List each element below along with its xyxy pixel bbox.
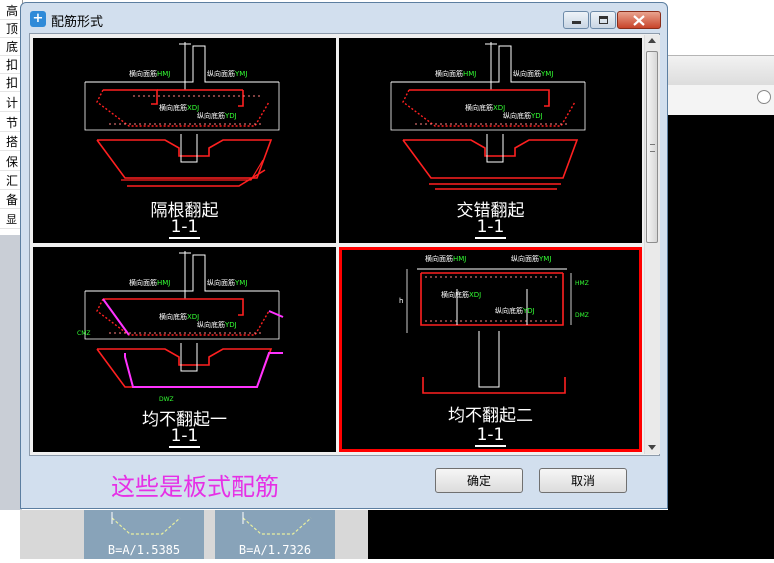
drawing-label: 纵向面筋 (511, 254, 539, 263)
bg-row: 搭 (0, 133, 20, 151)
section-label: 1-1 (339, 217, 642, 239)
bg-row: 高 (0, 2, 20, 20)
drawing-code: HMJ (157, 279, 170, 287)
background-thumbnail[interactable]: B=A/1.7326 (215, 510, 335, 559)
drawing-label: 纵向面筋 (207, 278, 235, 287)
bg-row: 备 (0, 191, 20, 209)
ok-button[interactable]: 确定 (435, 468, 523, 493)
bg-row: 扣 (0, 56, 20, 74)
drawing-label: 横向底筋 (465, 103, 493, 112)
drawing-label: 横向面筋 (435, 69, 463, 78)
background-scroll-button[interactable] (757, 90, 771, 104)
option-alternate-bend[interactable]: 横向面筋 HMJ 纵向面筋 YMJ 横向底筋 XDJ 纵向底筋 YDJ 隔根翻起… (33, 38, 336, 243)
maximize-button[interactable] (590, 11, 616, 29)
drawing-label: 纵向面筋 (207, 69, 235, 78)
drawing-code: YDJ (522, 307, 535, 315)
drawing-label: 纵向底筋 (197, 320, 225, 329)
drawing-code: DWZ (159, 396, 174, 403)
app-icon: + (30, 11, 46, 27)
option-no-bend-one[interactable]: 横向面筋 HMJ 纵向面筋 YMJ 横向底筋 XDJ 纵向底筋 YDJ CMZ … (33, 247, 336, 452)
section-label-text: 1-1 (168, 217, 201, 239)
rebar-form-dialog: + 配筋形式 横向面筋 HMJ 纵向面筋 YMJ 横向底筋 XDJ 纵向底筋 Y… (20, 2, 668, 509)
drawing-code: HMZ (575, 280, 589, 287)
section-label-text: 1-1 (474, 217, 507, 239)
bg-row: 显 (0, 211, 20, 229)
drawing-code: HMJ (157, 70, 170, 78)
drawing-label: 横向底筋 (159, 103, 187, 112)
drawing-code: XDJ (187, 313, 199, 321)
drawing-label: 横向面筋 (425, 254, 453, 263)
drawing-label: 横向底筋 (441, 290, 469, 299)
background-panel (0, 235, 22, 510)
drawing-code: YDJ (224, 321, 237, 329)
vertical-scrollbar[interactable] (644, 35, 660, 454)
option-grid: 横向面筋 HMJ 纵向面筋 YMJ 横向底筋 XDJ 纵向底筋 YDJ 隔根翻起… (29, 33, 660, 456)
drawing-code: YMJ (234, 279, 247, 287)
grip-icon (650, 144, 655, 152)
section-label-text: 1-1 (474, 425, 507, 447)
drawing-code: CMZ (77, 330, 90, 337)
drawing-code: XDJ (493, 104, 505, 112)
minimize-button[interactable] (563, 11, 589, 29)
drawing-label: 横向面筋 (129, 69, 157, 78)
dialog-titlebar[interactable]: + 配筋形式 (21, 3, 667, 33)
drawing-code: YMJ (234, 70, 247, 78)
thumbnail-label: B=A/1.7326 (238, 543, 312, 557)
bg-row: 底 (0, 38, 20, 56)
bg-row: 汇 (0, 172, 20, 190)
drawing-code: YDJ (530, 112, 543, 120)
drawing-code: YMJ (540, 70, 553, 78)
drawing-code: HMJ (453, 255, 466, 263)
maximize-icon (599, 16, 608, 24)
background-thumbnail[interactable]: B=A/1.5385 (84, 510, 204, 559)
drawing-label: 横向面筋 (129, 278, 157, 287)
bg-row: 顶 (0, 20, 20, 38)
option-staggered-bend[interactable]: 横向面筋 HMJ 纵向面筋 YMJ 横向底筋 XDJ 纵向底筋 YDJ 交错翻起… (339, 38, 642, 243)
drawing-code: YMJ (538, 255, 551, 263)
drawing-code: YDJ (224, 112, 237, 120)
minimize-icon (572, 21, 581, 24)
bg-row: 扣 (0, 74, 20, 92)
background-toolbar (668, 55, 774, 87)
dialog-title: 配筋形式 (51, 15, 104, 30)
close-button[interactable] (617, 11, 661, 29)
drawing-code: XDJ (469, 291, 481, 299)
drawing-label: 纵向底筋 (197, 111, 225, 120)
close-icon (633, 15, 645, 26)
section-label: 1-1 (33, 217, 336, 239)
section-label-text: 1-1 (168, 426, 201, 448)
drawing-label: 纵向底筋 (503, 111, 531, 120)
scroll-down-icon[interactable] (648, 445, 656, 450)
background-canvas (668, 115, 774, 559)
section-label: 1-1 (33, 426, 336, 448)
drawing-code: HMJ (463, 70, 476, 78)
thumbnail-label: B=A/1.5385 (107, 543, 181, 557)
drawing-label: 纵向底筋 (495, 306, 523, 315)
annotation-note: 这些是板式配筋 (111, 473, 279, 501)
bg-row: 节 (0, 114, 20, 132)
cancel-button[interactable]: 取消 (539, 468, 627, 493)
section-label: 1-1 (342, 425, 639, 447)
drawing-code: XDJ (187, 104, 199, 112)
bg-row: 保 (0, 153, 20, 171)
drawing-code: DMZ (575, 312, 589, 319)
option-no-bend-two[interactable]: h 横向面筋 HMJ 纵向面筋 YMJ 横向底筋 XDJ 纵向底筋 YDJ HM… (339, 247, 642, 452)
scroll-up-icon[interactable] (648, 38, 656, 43)
scrollbar-thumb[interactable] (646, 51, 658, 243)
dimension-label: h (399, 297, 403, 305)
drawing-label: 横向底筋 (159, 312, 187, 321)
background-canvas (368, 510, 668, 559)
bg-row: 计 (0, 94, 20, 112)
drawing-label: 纵向面筋 (513, 69, 541, 78)
option-title: 均不翻起二 (448, 406, 533, 426)
